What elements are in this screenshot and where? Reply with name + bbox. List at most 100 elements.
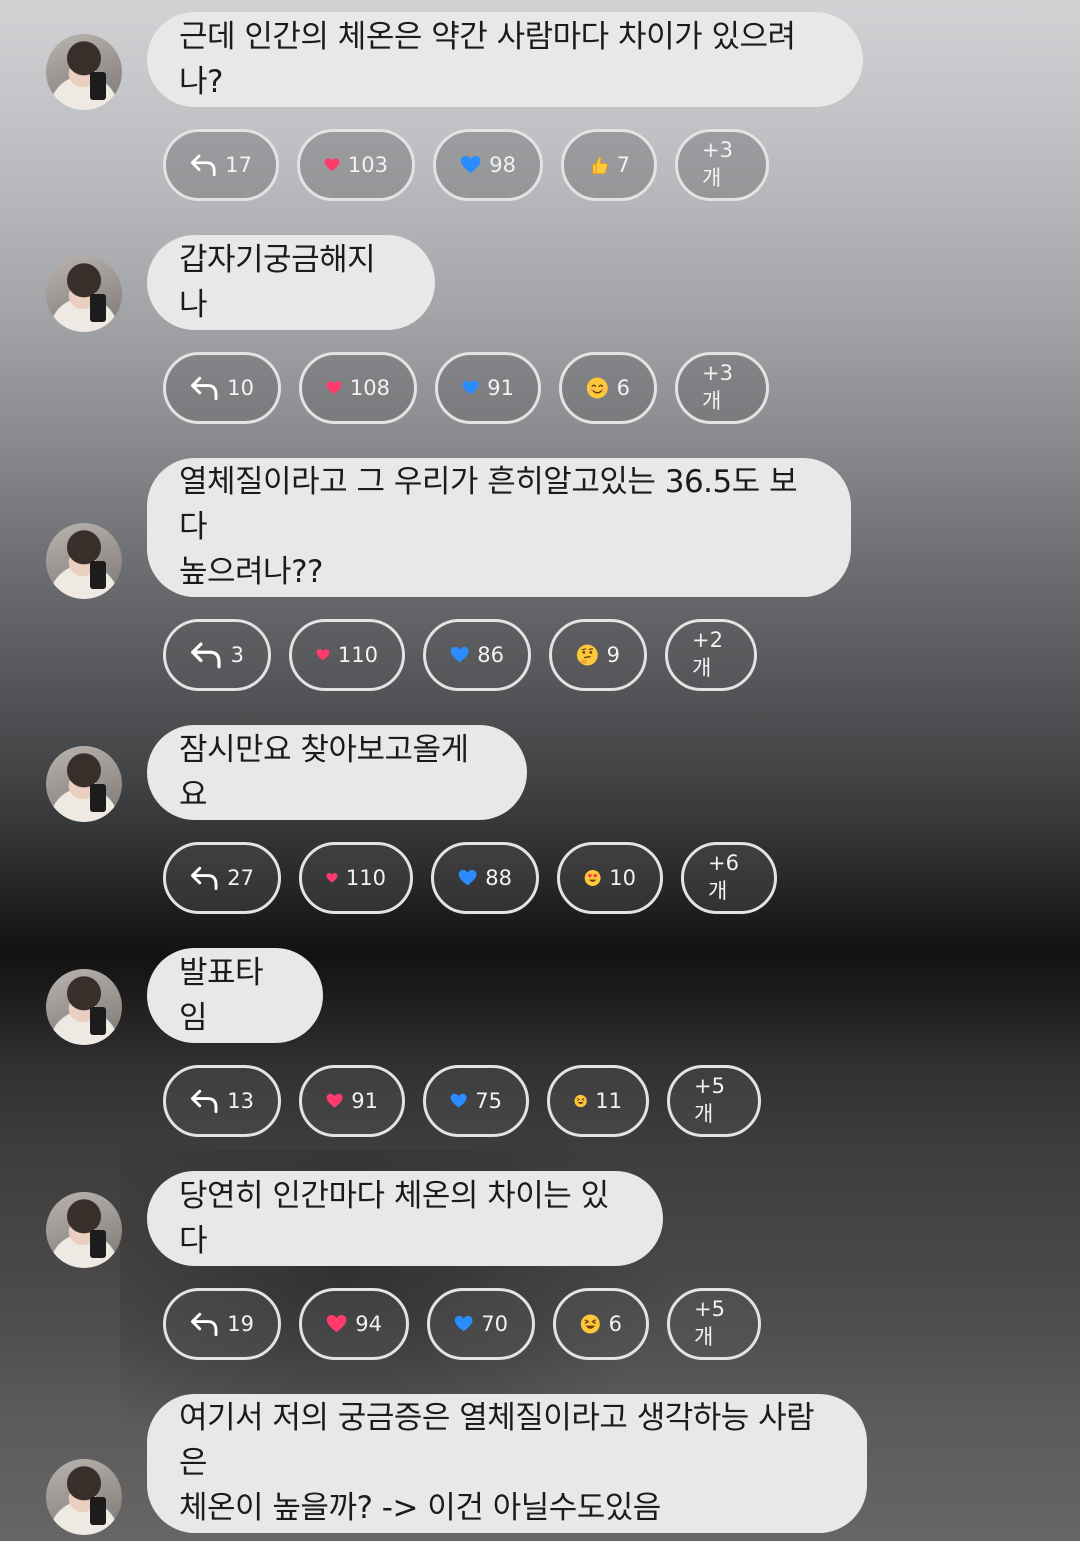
message-bubble[interactable]: 근데 인간의 체온은 약간 사람마다 차이가 있으려나? xyxy=(147,12,863,107)
emoji-reaction[interactable]: 11 xyxy=(547,1065,649,1137)
phone-in-avatar xyxy=(90,784,106,812)
heart-reaction[interactable]: 94 xyxy=(299,1288,409,1360)
red-heart-icon xyxy=(326,1093,343,1108)
blue-heart-icon xyxy=(450,646,469,663)
heart-count: 110 xyxy=(337,643,378,667)
phone-in-avatar xyxy=(90,1230,106,1258)
reply-button[interactable]: 17 xyxy=(163,129,279,201)
reply-button[interactable]: 3 xyxy=(163,619,271,691)
blue-heart-count: 75 xyxy=(475,1089,502,1113)
reply-count: 13 xyxy=(227,1089,254,1113)
blue-heart-reaction[interactable]: 98 xyxy=(433,129,543,201)
squinting-laugh-face-icon xyxy=(574,1094,587,1108)
more-reactions-button[interactable]: +3개 xyxy=(675,129,769,201)
message-text: 잠시만요 찾아보고올게요 xyxy=(179,731,469,813)
reply-button[interactable]: 19 xyxy=(163,1288,281,1360)
blue-heart-icon xyxy=(454,1315,473,1332)
heart-reaction[interactable]: 91 xyxy=(299,1065,405,1137)
emoji-count: 7 xyxy=(616,153,630,177)
reply-arrow-icon xyxy=(190,1089,218,1114)
reply-arrow-icon xyxy=(190,866,218,891)
heart-count: 108 xyxy=(349,376,390,400)
blue-heart-reaction[interactable]: 70 xyxy=(427,1288,535,1360)
message-text: 당연히 인간마다 체온의 차이는 있다 xyxy=(179,1177,609,1259)
more-reactions-label: +5개 xyxy=(694,1074,725,1126)
blue-heart-count: 88 xyxy=(485,866,512,890)
blue-heart-reaction[interactable]: 88 xyxy=(431,842,539,914)
blue-heart-reaction[interactable]: 91 xyxy=(435,352,541,424)
blue-heart-icon xyxy=(450,1093,467,1108)
more-reactions-button[interactable]: +3개 xyxy=(675,352,769,424)
blue-heart-count: 70 xyxy=(481,1312,508,1336)
heart-reaction[interactable]: 110 xyxy=(299,842,413,914)
red-heart-icon xyxy=(316,649,330,661)
reaction-bar: 17 103 98 7 +3개 xyxy=(163,129,769,201)
red-heart-icon xyxy=(324,158,340,172)
blue-heart-icon xyxy=(458,869,477,886)
blue-heart-icon xyxy=(462,380,479,395)
more-reactions-label: +2개 xyxy=(692,628,723,680)
message-text: 갑자기궁금해지나 xyxy=(179,241,376,323)
emoji-count: 9 xyxy=(606,643,620,667)
heart-count: 110 xyxy=(345,866,386,890)
reply-button[interactable]: 10 xyxy=(163,352,281,424)
more-reactions-button[interactable]: +6개 xyxy=(681,842,777,914)
reply-count: 27 xyxy=(227,866,254,890)
message-bubble[interactable]: 당연히 인간마다 체온의 차이는 있다 xyxy=(147,1171,663,1266)
phone-in-avatar xyxy=(90,1497,106,1525)
more-reactions-button[interactable]: +5개 xyxy=(667,1288,761,1360)
avatar[interactable] xyxy=(46,256,122,332)
thumbs-up-icon xyxy=(592,156,608,175)
emoji-count: 10 xyxy=(609,866,636,890)
emoji-reaction[interactable]: 7 xyxy=(561,129,657,201)
avatar[interactable] xyxy=(46,34,122,110)
blue-heart-count: 86 xyxy=(477,643,504,667)
message-text: 여기서 저의 궁금증은 열체질이라고 생각하능 사람은 체온이 높을까? -> … xyxy=(179,1400,815,1526)
emoji-reaction[interactable]: 6 xyxy=(559,352,657,424)
heart-count: 94 xyxy=(355,1312,382,1336)
red-heart-icon xyxy=(326,1315,347,1333)
reply-count: 3 xyxy=(230,643,244,667)
red-heart-icon xyxy=(326,381,342,395)
reply-button[interactable]: 13 xyxy=(163,1065,281,1137)
more-reactions-label: +3개 xyxy=(702,361,733,413)
avatar[interactable] xyxy=(46,746,122,822)
more-reactions-button[interactable]: +5개 xyxy=(667,1065,761,1137)
heart-reaction[interactable]: 103 xyxy=(297,129,415,201)
avatar[interactable] xyxy=(46,969,122,1045)
message-bubble[interactable]: 열체질이라고 그 우리가 흔히알고있는 36.5도 보다 높으려나?? xyxy=(147,458,851,597)
more-reactions-label: +3개 xyxy=(702,138,733,190)
blue-heart-icon xyxy=(460,156,481,174)
emoji-reaction[interactable]: 9 xyxy=(549,619,647,691)
more-reactions-label: +6개 xyxy=(708,851,739,903)
avatar[interactable] xyxy=(46,523,122,599)
avatar[interactable] xyxy=(46,1192,122,1268)
avatar[interactable] xyxy=(46,1459,122,1535)
emoji-count: 6 xyxy=(608,1312,622,1336)
message-bubble[interactable]: 갑자기궁금해지나 xyxy=(147,235,435,330)
heart-reaction[interactable]: 110 xyxy=(289,619,405,691)
blue-heart-reaction[interactable]: 86 xyxy=(423,619,531,691)
message-bubble[interactable]: 여기서 저의 궁금증은 열체질이라고 생각하능 사람은 체온이 높을까? -> … xyxy=(147,1394,867,1533)
blue-heart-reaction[interactable]: 75 xyxy=(423,1065,529,1137)
message-text: 발표타임 xyxy=(179,954,264,1036)
thinking-face-icon xyxy=(576,644,598,666)
reply-arrow-icon xyxy=(191,642,221,669)
more-reactions-button[interactable]: +2개 xyxy=(665,619,757,691)
heart-count: 91 xyxy=(351,1089,378,1113)
emoji-count: 11 xyxy=(595,1089,622,1113)
emoji-reaction[interactable]: 6 xyxy=(553,1288,649,1360)
heart-eyes-face-icon xyxy=(584,870,601,886)
reply-count: 19 xyxy=(227,1312,254,1336)
reply-button[interactable]: 27 xyxy=(163,842,281,914)
heart-reaction[interactable]: 108 xyxy=(299,352,417,424)
reaction-bar: 19 94 70 6 +5개 xyxy=(163,1288,761,1360)
message-bubble[interactable]: 발표타임 xyxy=(147,948,323,1043)
blue-heart-count: 98 xyxy=(489,153,516,177)
reaction-bar: 27 110 88 10 +6개 xyxy=(163,842,777,914)
more-reactions-label: +5개 xyxy=(694,1297,725,1349)
reply-count: 17 xyxy=(225,153,252,177)
red-heart-icon xyxy=(326,872,338,883)
message-bubble[interactable]: 잠시만요 찾아보고올게요 xyxy=(147,725,527,820)
emoji-reaction[interactable]: 10 xyxy=(557,842,663,914)
